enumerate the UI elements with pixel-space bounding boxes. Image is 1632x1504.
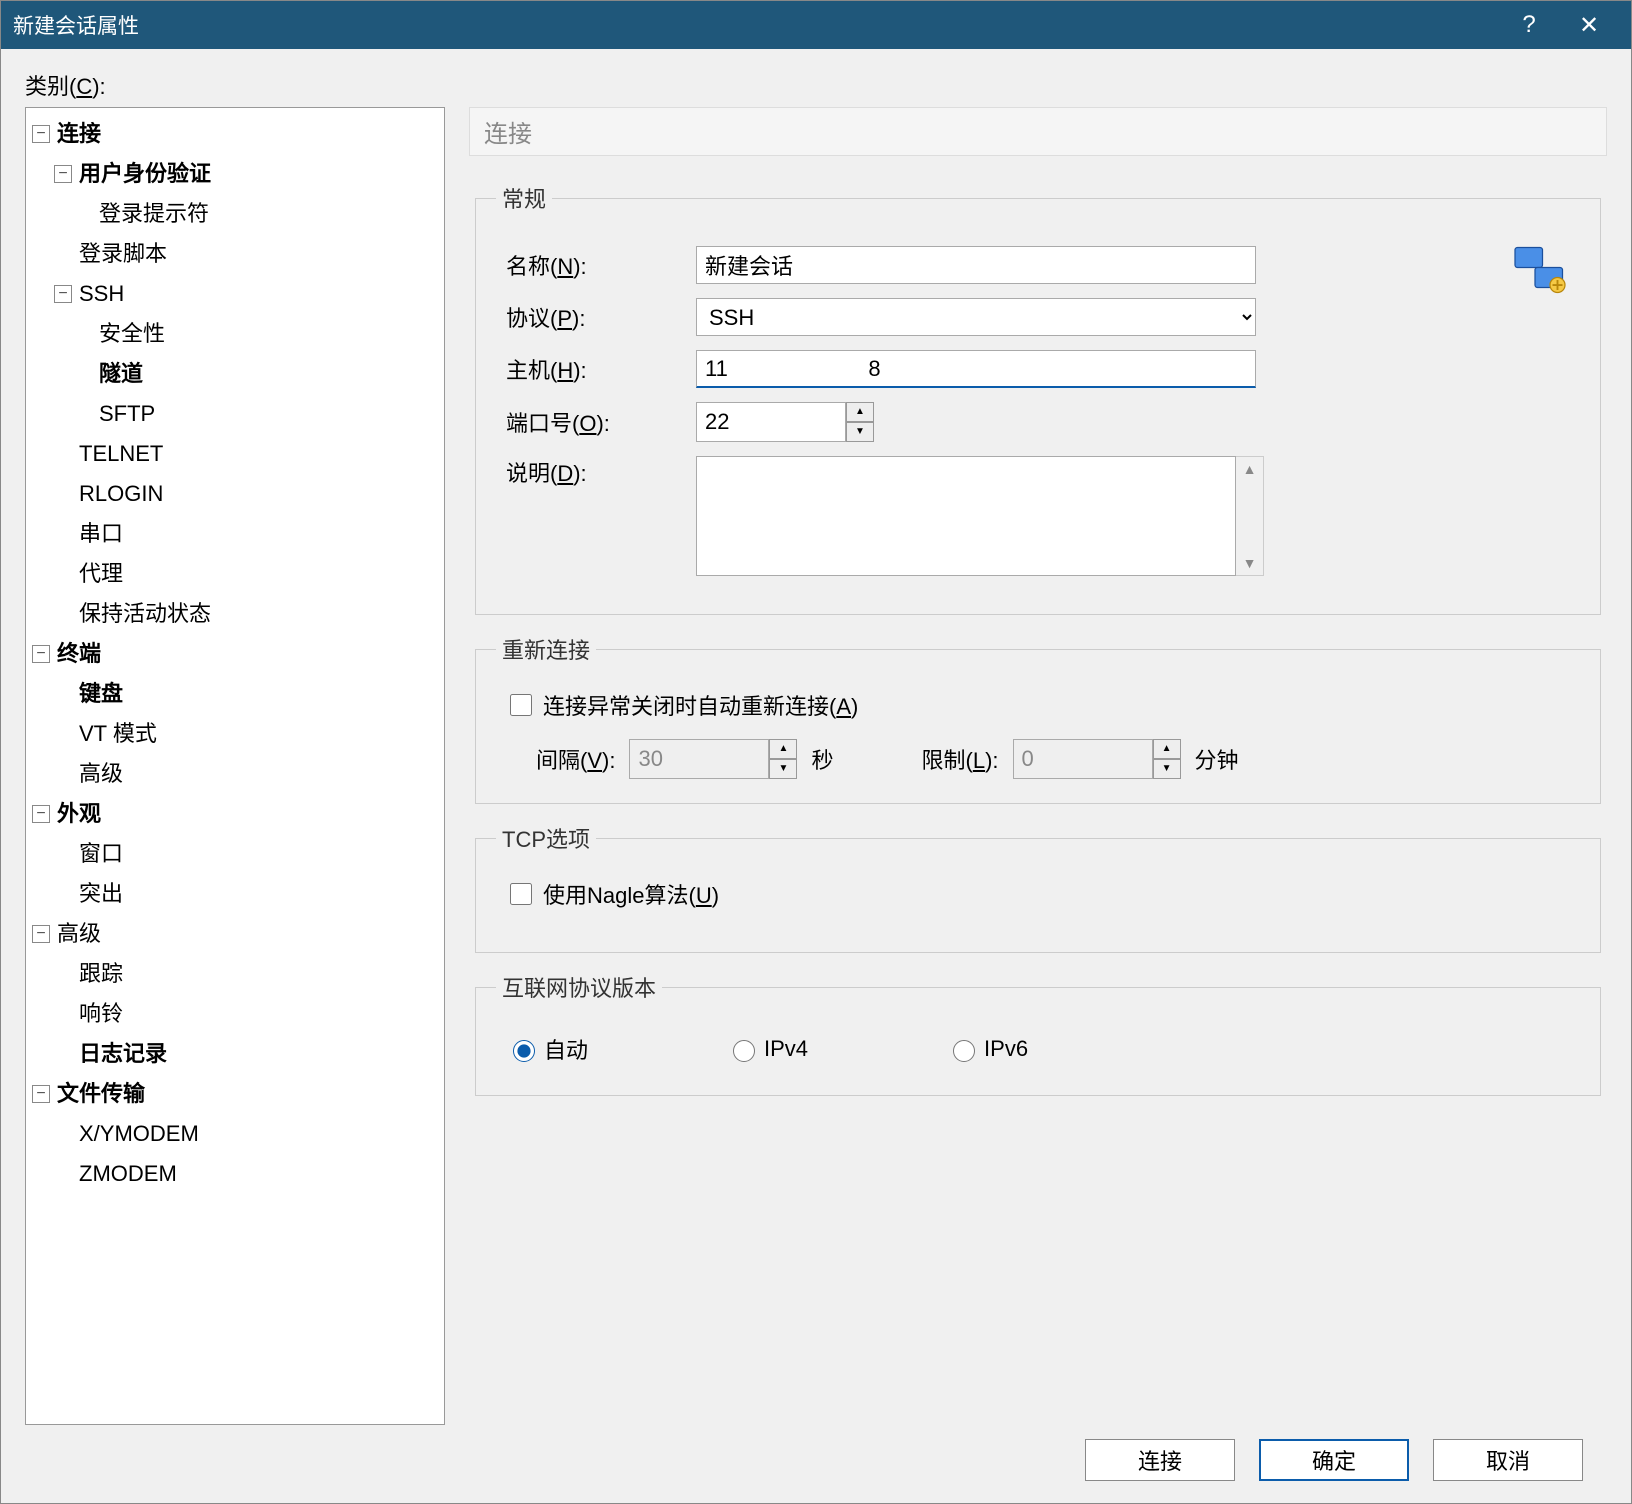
tree-terminal[interactable]: 终端 [54, 634, 104, 674]
label-description: 说明(D): [496, 456, 696, 488]
tree-tunnel[interactable]: 隧道 [96, 354, 146, 394]
tree-serial[interactable]: 串口 [76, 514, 126, 554]
window-title: 新建会话属性 [13, 10, 1499, 40]
collapse-icon[interactable]: − [54, 285, 72, 303]
tree-rlogin[interactable]: RLOGIN [76, 474, 166, 514]
tree-connection[interactable]: 连接 [54, 114, 104, 154]
desc-scrollbar[interactable]: ▲▼ [1236, 456, 1264, 576]
group-reconnect: 重新连接 连接异常关闭时自动重新连接(A) 间隔(V): ▲▼ 秒 [475, 633, 1601, 804]
collapse-icon[interactable]: − [32, 645, 50, 663]
input-name[interactable] [696, 246, 1256, 284]
tree-ssh[interactable]: SSH [76, 274, 127, 314]
tree-adv-terminal[interactable]: 高级 [76, 754, 126, 794]
connection-icon [1510, 240, 1570, 300]
tree-highlight[interactable]: 突出 [76, 874, 126, 914]
tree-zmodem[interactable]: ZMODEM [76, 1154, 180, 1194]
label-protocol: 协议(P): [496, 301, 696, 333]
textarea-description[interactable] [696, 456, 1236, 576]
input-port[interactable] [696, 402, 846, 442]
group-tcp-legend: TCP选项 [496, 822, 596, 854]
tree-xymodem[interactable]: X/YMODEM [76, 1114, 202, 1154]
label-host: 主机(H): [496, 353, 696, 385]
spinner-interval[interactable]: ▲▼ [629, 739, 797, 779]
group-tcp: TCP选项 使用Nagle算法(U) [475, 822, 1601, 953]
group-general: 常规 名称(N): 协议(P): SSH [475, 182, 1601, 615]
connect-button[interactable]: 连接 [1085, 1439, 1235, 1481]
tree-security[interactable]: 安全性 [96, 314, 168, 354]
help-button[interactable]: ? [1499, 11, 1559, 39]
label-auto: 自动 [544, 1033, 588, 1065]
limit-up-icon[interactable]: ▲ [1153, 739, 1181, 759]
group-ipversion: 互联网协议版本 自动 IPv4 IPv6 [475, 971, 1601, 1096]
spinner-limit[interactable]: ▲▼ [1013, 739, 1181, 779]
panel-title: 连接 [469, 107, 1607, 156]
label-seconds: 秒 [811, 743, 833, 775]
label-auto-reconnect: 连接异常关闭时自动重新连接(A) [543, 689, 858, 721]
tree-sftp[interactable]: SFTP [96, 394, 158, 434]
tree-login-script[interactable]: 登录脚本 [76, 234, 170, 274]
category-tree[interactable]: −连接 −用户身份验证 登录提示符 登录脚本 −SSH 安全性 [25, 107, 445, 1425]
tree-login-prompt[interactable]: 登录提示符 [96, 194, 212, 234]
input-interval[interactable] [629, 739, 769, 779]
tree-advanced[interactable]: 高级 [54, 914, 104, 954]
port-down-icon[interactable]: ▼ [846, 422, 874, 442]
label-ipv6: IPv6 [984, 1036, 1028, 1062]
group-general-legend: 常规 [496, 182, 552, 214]
input-limit[interactable] [1013, 739, 1153, 779]
tree-window[interactable]: 窗口 [76, 834, 126, 874]
checkbox-auto-reconnect[interactable] [510, 694, 532, 716]
title-bar: 新建会话属性 ? ✕ [1, 1, 1631, 49]
tree-bell[interactable]: 响铃 [76, 994, 126, 1034]
label-minutes: 分钟 [1195, 743, 1239, 775]
checkbox-nagle[interactable] [510, 883, 532, 905]
radio-ipv4[interactable] [733, 1040, 755, 1062]
interval-down-icon[interactable]: ▼ [769, 759, 797, 779]
spinner-port[interactable]: ▲ ▼ [696, 402, 874, 442]
cancel-button[interactable]: 取消 [1433, 1439, 1583, 1481]
limit-down-icon[interactable]: ▼ [1153, 759, 1181, 779]
collapse-icon[interactable]: − [32, 925, 50, 943]
ok-button[interactable]: 确定 [1259, 1439, 1409, 1481]
tree-proxy[interactable]: 代理 [76, 554, 126, 594]
collapse-icon[interactable]: − [54, 165, 72, 183]
tree-filetransfer[interactable]: 文件传输 [54, 1074, 148, 1114]
label-ipv4: IPv4 [764, 1036, 808, 1062]
label-nagle: 使用Nagle算法(U) [543, 878, 719, 910]
collapse-icon[interactable]: − [32, 125, 50, 143]
tree-logging[interactable]: 日志记录 [76, 1034, 170, 1074]
collapse-icon[interactable]: − [32, 1085, 50, 1103]
group-reconnect-legend: 重新连接 [496, 633, 596, 665]
tree-keyboard[interactable]: 键盘 [76, 674, 126, 714]
group-ipversion-legend: 互联网协议版本 [496, 971, 662, 1003]
close-button[interactable]: ✕ [1559, 11, 1619, 40]
category-label: 类别(C): [25, 69, 1607, 101]
label-limit: 限制(L): [921, 743, 998, 775]
tree-appearance[interactable]: 外观 [54, 794, 104, 834]
scroll-up-icon[interactable]: ▲ [1243, 457, 1257, 481]
interval-up-icon[interactable]: ▲ [769, 739, 797, 759]
label-port: 端口号(O): [496, 406, 696, 438]
select-protocol[interactable]: SSH [696, 298, 1256, 336]
tree-auth[interactable]: 用户身份验证 [76, 154, 214, 194]
tree-trace[interactable]: 跟踪 [76, 954, 126, 994]
scroll-down-icon[interactable]: ▼ [1243, 551, 1257, 575]
tree-keepalive[interactable]: 保持活动状态 [76, 594, 214, 634]
collapse-icon[interactable]: − [32, 805, 50, 823]
radio-auto[interactable] [513, 1040, 535, 1062]
radio-ipv6[interactable] [953, 1040, 975, 1062]
port-up-icon[interactable]: ▲ [846, 402, 874, 422]
input-host[interactable] [696, 350, 1256, 388]
tree-vtmode[interactable]: VT 模式 [76, 714, 160, 754]
label-name: 名称(N): [496, 249, 696, 281]
label-interval: 间隔(V): [536, 743, 615, 775]
tree-telnet[interactable]: TELNET [76, 434, 166, 474]
